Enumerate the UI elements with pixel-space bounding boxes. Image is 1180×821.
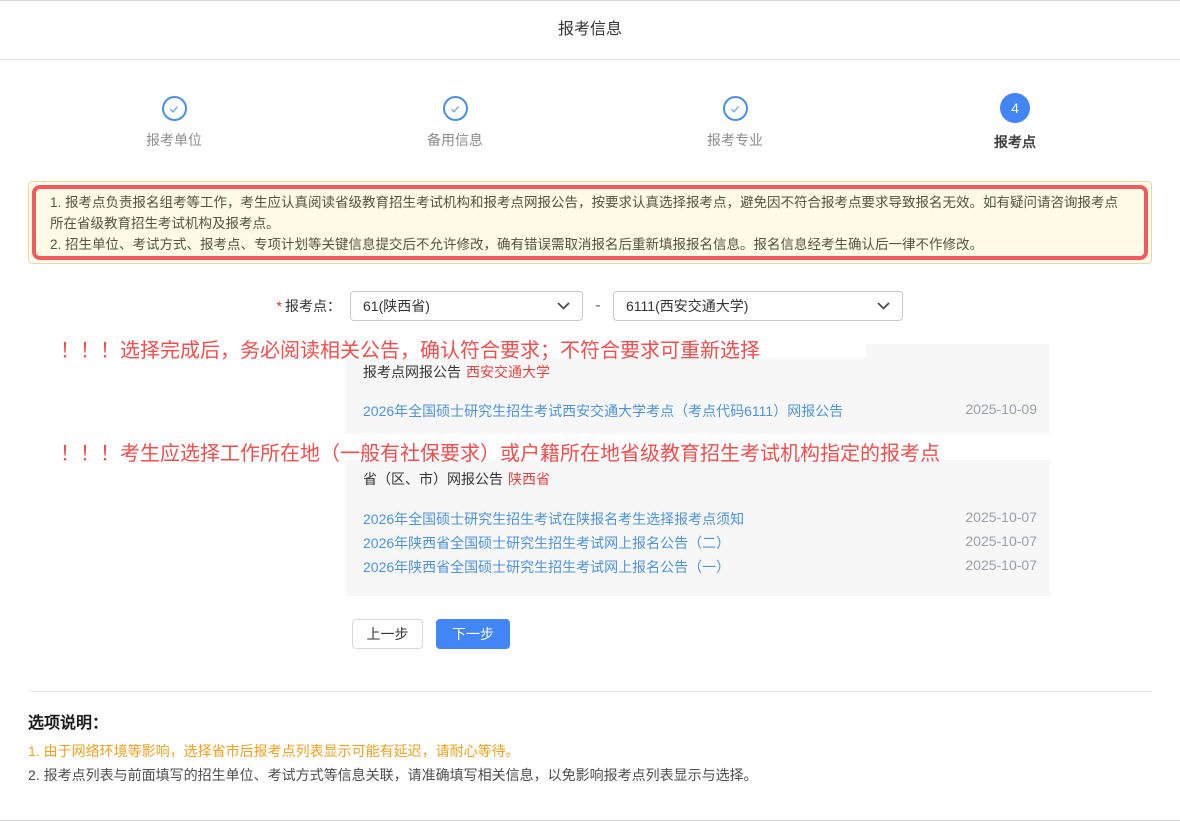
registration-page: 报考信息 报考单位 备用信息 bbox=[0, 0, 1180, 821]
chevron-down-icon bbox=[877, 302, 890, 310]
notice-box: 1. 报考点负责报名组考等工作，考生应认真阅读省级教育招生考试机构和报考点网报公… bbox=[28, 181, 1152, 264]
announcement-link[interactable]: 2026年陕西省全国硕士研究生招生考试网上报名公告（一） bbox=[363, 557, 730, 577]
options-note-heading: 选项说明： bbox=[28, 709, 108, 733]
options-note-1: 1. 由于网络环境等影响，选择省市后报考点列表显示可能有延迟，请耐心等待。 bbox=[28, 741, 520, 761]
step-exam-site[interactable]: 4 报考点 bbox=[945, 96, 1085, 152]
step-indicator: 报考单位 备用信息 报考专业 4 报考点 bbox=[0, 96, 1180, 158]
exam-site-field-label: *报考点： bbox=[230, 291, 341, 321]
step-major[interactable]: 报考专业 bbox=[665, 96, 805, 150]
next-step-button[interactable]: 下一步 bbox=[436, 619, 510, 649]
step-done-circle bbox=[723, 96, 748, 121]
announcement-link[interactable]: 2026年陕西省全国硕士研究生招生考试网上报名公告（二） bbox=[363, 533, 730, 553]
site-announcements-header: 报考点网报公告西安交通大学 bbox=[363, 362, 550, 382]
check-icon bbox=[729, 103, 741, 115]
announcement-date: 2025-10-09 bbox=[955, 401, 1037, 417]
exam-site-select[interactable]: 6111(西安交通大学) bbox=[613, 291, 903, 321]
province-select-value: 61(陕西省) bbox=[363, 296, 557, 316]
options-note-2: 2. 报考点列表与前面填写的招生单位、考试方式等信息关联，请准确填写相关信息，以… bbox=[28, 765, 758, 785]
site-announcements-highlight: 西安交通大学 bbox=[466, 364, 550, 380]
page-title: 报考信息 bbox=[0, 1, 1180, 59]
notice-red-highlight-border: 1. 报考点负责报名组考等工作，考生应认真阅读省级教育招生考试机构和报考点网报公… bbox=[32, 185, 1148, 260]
select-separator: - bbox=[588, 291, 608, 321]
chevron-down-icon bbox=[557, 302, 570, 310]
red-annotation-line-2: ！！！考生应选择工作所在地（一般有社保要求）或户籍所在地省级教育招生考试机构指定… bbox=[60, 437, 940, 466]
step-label: 报考单位 bbox=[104, 130, 244, 150]
step-label: 报考点 bbox=[945, 132, 1085, 152]
required-asterisk: * bbox=[277, 298, 282, 314]
province-announcements-highlight: 陕西省 bbox=[508, 471, 550, 487]
step-backup-info[interactable]: 备用信息 bbox=[385, 96, 525, 150]
check-icon bbox=[168, 103, 180, 115]
step-number: 4 bbox=[1011, 100, 1019, 116]
step-done-circle bbox=[443, 96, 468, 121]
check-icon bbox=[449, 103, 461, 115]
step-current-circle: 4 bbox=[1000, 93, 1030, 123]
announcement-link[interactable]: 2026年全国硕士研究生招生考试西安交通大学考点（考点代码6111）网报公告 bbox=[363, 401, 843, 421]
exam-site-select-value: 6111(西安交通大学) bbox=[626, 296, 877, 316]
step-unit[interactable]: 报考单位 bbox=[104, 96, 244, 150]
notice-line: 1. 报考点负责报名组考等工作，考生应认真阅读省级教育招生考试机构和报考点网报公… bbox=[50, 192, 1130, 234]
announcement-date: 2025-10-07 bbox=[955, 533, 1037, 549]
site-announcements-title: 报考点网报公告 bbox=[363, 364, 461, 380]
announcement-date: 2025-10-07 bbox=[955, 509, 1037, 525]
previous-step-button[interactable]: 上一步 bbox=[352, 619, 423, 649]
page-header: 报考信息 bbox=[0, 1, 1180, 60]
announcement-date: 2025-10-07 bbox=[955, 557, 1037, 573]
notice-line: 2. 招生单位、考试方式、报考点、专项计划等关键信息提交后不允许修改，确有错误需… bbox=[50, 234, 1130, 255]
step-done-circle bbox=[162, 96, 187, 121]
province-announcements-header: 省（区、市）网报公告陕西省 bbox=[363, 469, 550, 489]
step-label: 报考专业 bbox=[665, 130, 805, 150]
field-label-text: 报考点： bbox=[285, 298, 341, 314]
province-announcements-title: 省（区、市）网报公告 bbox=[363, 471, 503, 487]
announcement-link[interactable]: 2026年全国硕士研究生招生考试在陕报名考生选择报考点须知 bbox=[363, 509, 744, 529]
exam-site-form-row: *报考点： 61(陕西省) - 6111(西安交通大学) bbox=[0, 291, 1180, 321]
footer-divider bbox=[28, 691, 1152, 692]
red-annotation-line-1: ！！！选择完成后，务必阅读相关公告，确认符合要求；不符合要求可重新选择 bbox=[60, 334, 760, 363]
province-select[interactable]: 61(陕西省) bbox=[350, 291, 583, 321]
step-label: 备用信息 bbox=[385, 130, 525, 150]
